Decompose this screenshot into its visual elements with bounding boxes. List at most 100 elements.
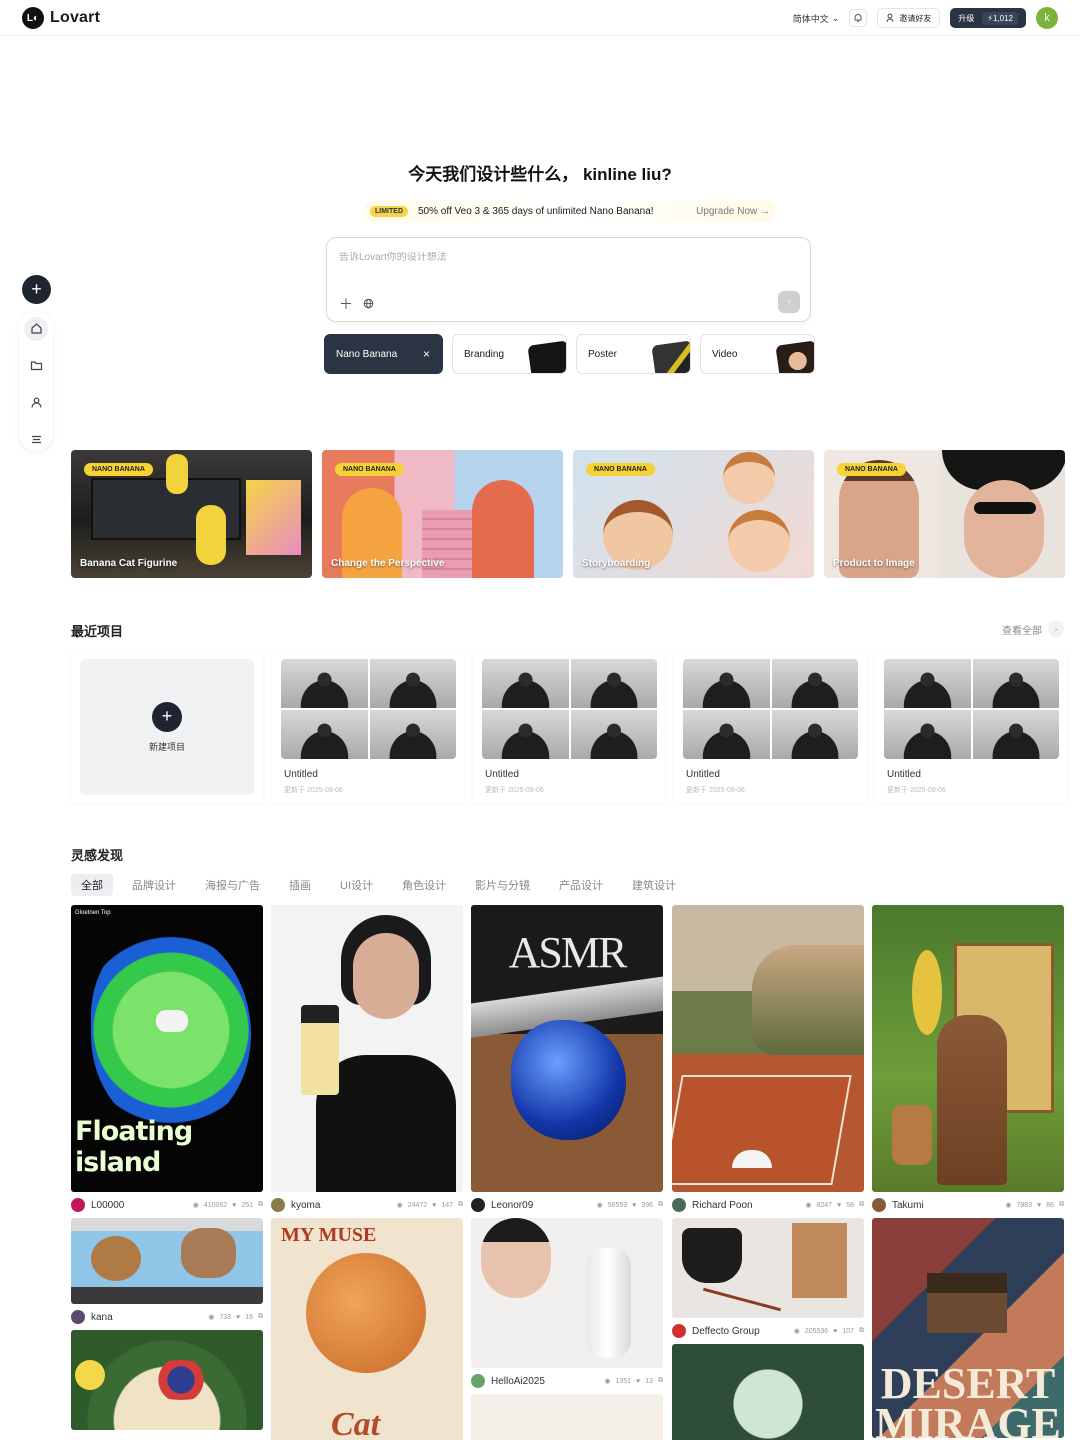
remix-icon[interactable]: ⧉: [458, 1201, 463, 1209]
project-date: 更新于 2025-09-06: [284, 787, 343, 794]
nav-home[interactable]: [24, 317, 48, 341]
cat-shape: [306, 1253, 426, 1373]
new-project-card[interactable]: + 新建项目: [71, 649, 263, 803]
remix-icon[interactable]: ⧉: [658, 1201, 663, 1209]
author-name[interactable]: HelloAi2025: [491, 1376, 604, 1387]
avatar[interactable]: [672, 1198, 686, 1212]
author-name[interactable]: L00000: [91, 1200, 193, 1211]
card-caption: MY MUSE: [281, 1224, 377, 1246]
tab-ui-design[interactable]: UI设计: [330, 874, 383, 896]
author-name[interactable]: Takumi: [892, 1200, 1005, 1211]
remix-icon[interactable]: ⧉: [1059, 1201, 1064, 1209]
avatar[interactable]: [672, 1324, 686, 1338]
heart-icon[interactable]: ♥: [632, 1202, 636, 1209]
author-name[interactable]: kyoma: [291, 1200, 397, 1211]
limited-badge: LIMITED: [370, 205, 408, 217]
gallery-card-image[interactable]: [471, 1218, 663, 1368]
heart-icon[interactable]: ♥: [236, 1314, 240, 1321]
chip-label: Video: [712, 348, 738, 360]
poster-thumbnail: [651, 340, 690, 373]
remix-icon[interactable]: ⧉: [859, 1327, 864, 1335]
heart-icon[interactable]: ♥: [837, 1202, 841, 1209]
heart-icon[interactable]: ♥: [1037, 1202, 1041, 1209]
close-icon[interactable]: ×: [423, 347, 430, 361]
user-avatar[interactable]: k: [1036, 7, 1058, 29]
tab-poster-ads[interactable]: 海报与广告: [195, 874, 270, 896]
avatar[interactable]: [71, 1310, 85, 1324]
credits-value: 1,012: [992, 13, 1013, 23]
gallery-card-image[interactable]: [271, 905, 463, 1192]
project-card[interactable]: Untitled 更新于 2025-09-06: [875, 649, 1067, 803]
remix-icon[interactable]: ⧉: [859, 1201, 864, 1209]
promo-banner[interactable]: LIMITED 50% off Veo 3 & 365 days of unli…: [364, 200, 776, 222]
tab-character[interactable]: 角色设计: [392, 874, 456, 896]
nav-profile[interactable]: [24, 391, 48, 415]
author-name[interactable]: kana: [91, 1312, 208, 1323]
author-name[interactable]: Deffecto Group: [692, 1326, 794, 1337]
tab-architecture[interactable]: 建筑设计: [622, 874, 686, 896]
feature-card-product[interactable]: NANO BANANA Product to Image: [824, 450, 1065, 578]
avatar[interactable]: [471, 1198, 485, 1212]
invite-friends-button[interactable]: 邀请好友: [877, 8, 941, 28]
tab-product[interactable]: 产品设计: [549, 874, 613, 896]
feature-badge: NANO BANANA: [84, 463, 153, 476]
send-button[interactable]: ↑: [778, 291, 800, 313]
gallery-card-image[interactable]: [672, 1218, 864, 1318]
heart-icon[interactable]: ♥: [833, 1328, 837, 1335]
gallery-card-image[interactable]: [71, 1330, 263, 1430]
gallery-card-image[interactable]: [872, 905, 1064, 1192]
logo[interactable]: L◐ Lovart: [22, 7, 100, 29]
project-card[interactable]: Untitled 更新于 2025-09-06: [473, 649, 665, 803]
gallery-card-image[interactable]: [672, 1344, 864, 1440]
web-search-button[interactable]: [363, 296, 374, 314]
tab-illustration[interactable]: 插画: [279, 874, 321, 896]
tab-all[interactable]: 全部: [71, 874, 113, 896]
view-all-label: 查看全部: [1002, 625, 1042, 637]
upgrade-now-link[interactable]: Upgrade Now →: [696, 206, 770, 217]
prompt-input[interactable]: [339, 252, 779, 263]
chip-video[interactable]: Video: [700, 334, 815, 374]
tab-film-storyboard[interactable]: 影片与分镜: [465, 874, 540, 896]
nav-projects[interactable]: [24, 354, 48, 378]
view-all-link[interactable]: 查看全部 ›: [1002, 621, 1064, 637]
gallery-card-image[interactable]: ASMR: [471, 905, 663, 1192]
heart-icon[interactable]: ♥: [432, 1202, 436, 1209]
chip-nano-banana[interactable]: Nano Banana ×: [324, 334, 443, 374]
chip-branding[interactable]: Branding: [452, 334, 567, 374]
gallery-card-image[interactable]: Gloetnen Top Floating island: [71, 905, 263, 1192]
inspiration-tabs: 全部 品牌设计 海报与广告 插画 UI设计 角色设计 影片与分镜 产品设计 建筑…: [71, 874, 695, 896]
recent-projects: + 新建项目 Untitled 更新于 2025-09-06 Untitled …: [71, 649, 1067, 803]
attach-button[interactable]: ＋: [339, 294, 353, 314]
avatar[interactable]: [471, 1374, 485, 1388]
tab-branding[interactable]: 品牌设计: [122, 874, 186, 896]
bell-button[interactable]: [849, 9, 868, 27]
feature-card-banana-cat[interactable]: NANO BANANA Banana Cat Figurine: [71, 450, 312, 578]
user-plus-icon: [886, 13, 894, 23]
heart-icon[interactable]: ♥: [232, 1202, 236, 1209]
author-name[interactable]: Leonor09: [491, 1200, 597, 1211]
remix-icon[interactable]: ⧉: [258, 1313, 263, 1321]
view-count: 24472: [407, 1201, 428, 1209]
feature-card-perspective[interactable]: NANO BANANA Change the Perspective: [322, 450, 563, 578]
gallery-card-image[interactable]: [71, 1218, 263, 1304]
gallery-card-image[interactable]: MY MUSE Cat: [271, 1218, 463, 1440]
upgrade-button[interactable]: 升级 ⚡1,012: [950, 8, 1026, 28]
project-card[interactable]: Untitled 更新于 2025-09-06: [272, 649, 464, 803]
avatar[interactable]: [71, 1198, 85, 1212]
remix-icon[interactable]: ⧉: [658, 1377, 663, 1385]
gallery-card-image[interactable]: [672, 905, 864, 1192]
chip-poster[interactable]: Poster: [576, 334, 691, 374]
new-project-fab[interactable]: +: [22, 275, 51, 304]
avatar[interactable]: [271, 1198, 285, 1212]
heart-icon[interactable]: ♥: [636, 1378, 640, 1385]
author-name[interactable]: Richard Poon: [692, 1200, 805, 1211]
language-selector[interactable]: 简体中文 ⌄: [793, 12, 840, 25]
leaf-shape: [912, 950, 942, 1035]
nav-menu[interactable]: [24, 427, 48, 451]
gallery-card-image[interactable]: [471, 1394, 663, 1440]
gallery-card-image[interactable]: DESERT MIRAGE: [872, 1218, 1064, 1438]
avatar[interactable]: [872, 1198, 886, 1212]
remix-icon[interactable]: ⧉: [258, 1201, 263, 1209]
feature-card-storyboarding[interactable]: NANO BANANA Storyboarding: [573, 450, 814, 578]
project-card[interactable]: Untitled 更新于 2025-09-06: [674, 649, 866, 803]
